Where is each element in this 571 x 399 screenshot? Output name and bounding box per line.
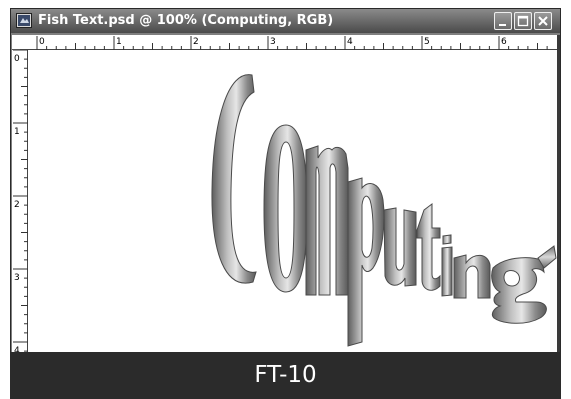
maximize-button[interactable] — [514, 12, 532, 30]
ruler-label: 3 — [14, 273, 20, 283]
window-title: Fish Text.psd @ 100% (Computing, RGB) — [38, 13, 334, 28]
ruler-label: 1 — [116, 37, 122, 47]
glyph-i — [441, 234, 453, 297]
ruler-label: 3 — [270, 37, 276, 47]
ruler-label: 5 — [424, 37, 430, 47]
title-bar[interactable]: Fish Text.psd @ 100% (Computing, RGB) — [11, 9, 560, 33]
glyph-t — [416, 203, 441, 291]
ruler-label: 2 — [14, 200, 20, 210]
ruler-label: 0 — [14, 54, 20, 64]
horizontal-ruler[interactable]: 0 1 2 3 4 5 6 — [20, 35, 557, 50]
window-edge — [557, 35, 560, 354]
document-canvas[interactable] — [28, 50, 557, 352]
vertical-ruler[interactable]: 01234 — [12, 50, 28, 354]
figure-caption: FT-10 — [254, 362, 317, 388]
ruler-label: 0 — [39, 37, 45, 47]
ruler-label: 4 — [347, 37, 353, 47]
photoshop-document-icon[interactable] — [16, 13, 32, 28]
computing-warped-text[interactable] — [211, 74, 557, 347]
glyph-u — [383, 207, 417, 287]
minimize-icon — [499, 24, 506, 26]
document-window: Fish Text.psd @ 100% (Computing, RGB) 0 1… — [10, 8, 561, 354]
glyph-g — [491, 257, 547, 324]
glyph-C — [211, 74, 257, 284]
ruler-label: 2 — [193, 37, 199, 47]
close-icon — [538, 16, 548, 26]
glyph-p — [347, 177, 385, 347]
minimize-button[interactable] — [494, 12, 512, 30]
figure-caption-bar: FT-10 — [10, 352, 561, 399]
glyph-n — [453, 254, 491, 299]
ruler-label: 6 — [501, 37, 507, 47]
glyph-o — [263, 124, 308, 293]
maximize-icon — [517, 15, 529, 27]
warped-text-layer[interactable] — [28, 50, 557, 352]
close-button[interactable] — [534, 12, 552, 30]
glyph-m — [305, 145, 349, 296]
ruler-label: 1 — [14, 127, 20, 137]
